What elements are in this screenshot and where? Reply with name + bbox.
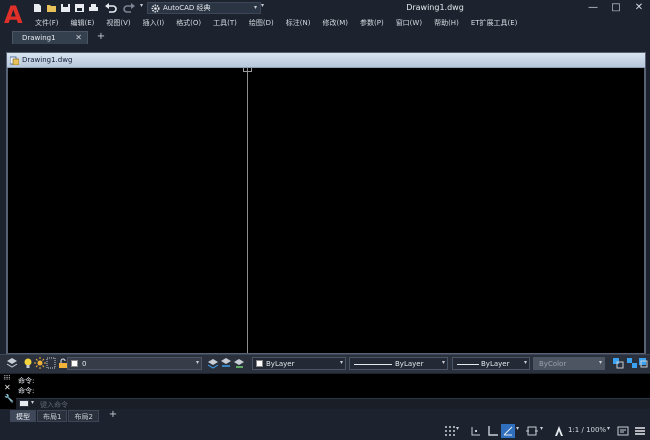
color-select[interactable]: ByLayer ▾ bbox=[252, 357, 346, 370]
workspace-label: AutoCAD 经典 bbox=[163, 4, 211, 12]
annotation-scale-icon[interactable] bbox=[552, 424, 566, 438]
workspace-switch-icon[interactable] bbox=[616, 424, 630, 438]
menu-view[interactable]: 视图(V) bbox=[100, 16, 136, 30]
wrench-icon[interactable]: 🔧 bbox=[4, 394, 14, 403]
file-tab-drawing1[interactable]: Drawing1 ✕ bbox=[12, 31, 88, 44]
file-tab-label: Drawing1 bbox=[22, 34, 56, 42]
gear-icon bbox=[151, 3, 160, 13]
command-prompt-icon[interactable] bbox=[19, 400, 29, 407]
tab-layout1[interactable]: 布局1 bbox=[37, 410, 68, 422]
drawing-window-titlebar[interactable]: Drawing1.dwg bbox=[7, 53, 645, 68]
color-value: ByLayer bbox=[266, 360, 295, 368]
linetype-value: ByLayer bbox=[395, 360, 424, 368]
tab-model[interactable]: 模型 bbox=[10, 410, 36, 422]
grip-icon[interactable]: ⠿⠿ bbox=[3, 375, 11, 382]
layout-tabs: 模型 布局1 布局2 bbox=[10, 410, 99, 422]
ortho-icon[interactable] bbox=[486, 424, 500, 438]
menu-modify[interactable]: 修改(M) bbox=[316, 16, 354, 30]
workspace-select[interactable]: AutoCAD 经典 ▾ bbox=[147, 2, 261, 14]
viewport-icon[interactable] bbox=[612, 357, 624, 369]
command-window-handle[interactable]: ⠿⠿ ✕ 🔧 bbox=[0, 374, 16, 409]
layer-color-swatch bbox=[71, 360, 78, 367]
menu-draw[interactable]: 绘图(D) bbox=[243, 16, 280, 30]
command-history-line: 命令: bbox=[18, 377, 35, 385]
lineweight-preview bbox=[457, 364, 479, 365]
drawing-file-icon bbox=[10, 56, 19, 65]
menu-parametric[interactable]: 参数(P) bbox=[354, 16, 390, 30]
qa-dropdown-icon[interactable]: ▾ bbox=[140, 2, 143, 9]
new-file-icon[interactable] bbox=[32, 3, 43, 13]
color-swatch bbox=[256, 360, 263, 367]
print-icon[interactable] bbox=[88, 3, 99, 13]
window-title: Drawing1.dwg bbox=[406, 3, 464, 12]
menu-window[interactable]: 窗口(W) bbox=[390, 16, 428, 30]
chevron-down-icon: ▾ bbox=[339, 359, 343, 366]
menu-file[interactable]: 文件(F) bbox=[29, 16, 65, 30]
crosshair-pickbox bbox=[243, 67, 252, 72]
open-folder-icon[interactable] bbox=[46, 3, 57, 13]
grid-icon[interactable] bbox=[443, 424, 457, 438]
command-input[interactable]: ▾ 键入命令 bbox=[16, 398, 650, 409]
close-icon[interactable]: ✕ bbox=[4, 383, 11, 392]
chevron-down-icon[interactable]: ▾ bbox=[540, 425, 543, 432]
close-button[interactable]: ✕ bbox=[628, 0, 650, 15]
match-layer-icon[interactable] bbox=[220, 357, 232, 369]
polar-icon[interactable] bbox=[501, 424, 515, 438]
save-as-icon[interactable] bbox=[74, 3, 85, 13]
menu-icon[interactable] bbox=[633, 424, 647, 438]
menu-express-tools[interactable]: ET扩展工具(E) bbox=[465, 16, 524, 30]
new-tab-button[interactable]: + bbox=[96, 31, 106, 43]
menu-tools[interactable]: 工具(T) bbox=[207, 16, 243, 30]
tile-icon[interactable] bbox=[626, 357, 638, 369]
cascade-icon[interactable] bbox=[638, 357, 648, 369]
linetype-select[interactable]: ByLayer ▾ bbox=[349, 357, 448, 370]
chevron-down-icon: ▾ bbox=[523, 359, 527, 366]
customize-qa-icon[interactable]: ▾ bbox=[261, 2, 264, 9]
chevron-down-icon: ▾ bbox=[598, 359, 602, 366]
layer-previous-icon[interactable] bbox=[233, 357, 245, 369]
minimize-button[interactable]: — bbox=[582, 0, 604, 15]
command-history-line: 命令: bbox=[18, 387, 35, 395]
plotstyle-value: ByColor bbox=[539, 360, 567, 368]
chevron-down-icon: ▾ bbox=[441, 359, 445, 366]
menu-edit[interactable]: 编辑(E) bbox=[65, 16, 101, 30]
menu-help[interactable]: 帮助(H) bbox=[428, 16, 465, 30]
layer-select[interactable]: 0 ▾ bbox=[67, 357, 202, 370]
lineweight-value: ByLayer bbox=[481, 360, 510, 368]
undo-icon[interactable] bbox=[104, 3, 118, 13]
annotation-scale-value[interactable]: 1:1 / 100% bbox=[568, 426, 606, 434]
save-icon[interactable] bbox=[60, 3, 71, 13]
chevron-down-icon: ▾ bbox=[253, 4, 257, 11]
add-layout-button[interactable]: + bbox=[108, 409, 118, 421]
drawing-window-title: Drawing1.dwg bbox=[22, 56, 73, 64]
menu-bar: 文件(F) 编辑(E) 视图(V) 插入(I) 格式(O) 工具(T) 绘图(D… bbox=[29, 16, 523, 30]
app-logo[interactable]: A bbox=[4, 2, 26, 28]
layer-name: 0 bbox=[82, 359, 87, 368]
crosshair-vertical bbox=[247, 68, 248, 353]
lineweight-select[interactable]: ByLayer ▾ bbox=[452, 357, 530, 370]
menu-dimension[interactable]: 标注(N) bbox=[280, 16, 317, 30]
plotstyle-select: ByColor ▾ bbox=[533, 357, 605, 370]
redo-icon[interactable] bbox=[122, 3, 136, 13]
menu-format[interactable]: 格式(O) bbox=[170, 16, 207, 30]
bulb-icon[interactable] bbox=[22, 357, 34, 369]
chevron-down-icon: ▾ bbox=[195, 359, 199, 366]
linetype-preview bbox=[354, 364, 392, 365]
layer-lock-icon[interactable] bbox=[45, 357, 57, 369]
close-tab-icon[interactable]: ✕ bbox=[75, 33, 82, 42]
make-current-layer-icon[interactable] bbox=[207, 357, 219, 369]
layer-properties-icon[interactable] bbox=[6, 357, 18, 369]
restore-button[interactable]: □ bbox=[605, 0, 627, 15]
chevron-down-icon[interactable]: ▾ bbox=[456, 425, 459, 432]
chevron-down-icon[interactable]: ▾ bbox=[516, 425, 519, 432]
chevron-down-icon[interactable]: ▾ bbox=[607, 425, 610, 432]
osnap-icon[interactable] bbox=[525, 424, 539, 438]
menu-insert[interactable]: 插入(I) bbox=[137, 16, 171, 30]
chevron-down-icon[interactable]: ▾ bbox=[31, 399, 34, 406]
drawing-canvas[interactable] bbox=[8, 68, 644, 353]
tab-layout2[interactable]: 布局2 bbox=[68, 410, 99, 422]
snap-icon[interactable] bbox=[469, 424, 483, 438]
